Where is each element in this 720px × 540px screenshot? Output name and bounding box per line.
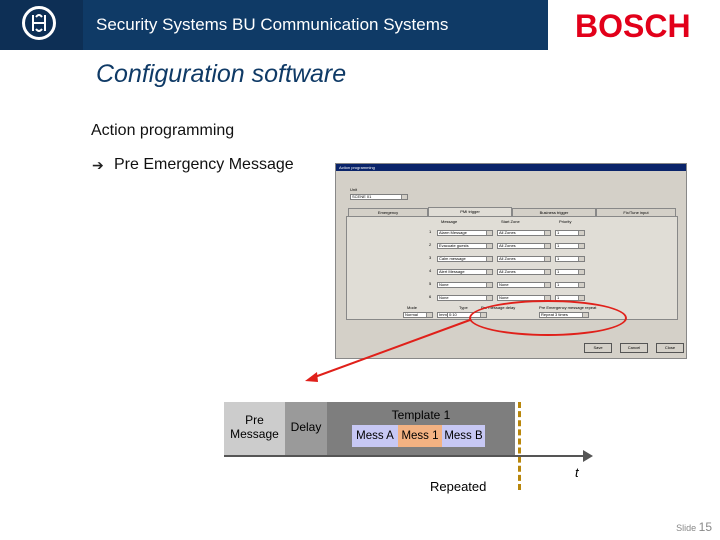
- slide-number: Slide 15: [676, 520, 712, 534]
- cancel-button[interactable]: Cancel: [620, 343, 648, 353]
- zone-select[interactable]: All Zones: [497, 256, 551, 262]
- message-select[interactable]: Alarm Message: [437, 230, 493, 236]
- pre-message-line1: Pre: [245, 413, 264, 427]
- time-axis-arrowhead: [583, 450, 593, 462]
- bosch-wordmark: BOSCH: [575, 8, 691, 44]
- tab-emergency[interactable]: Emergency: [348, 208, 428, 216]
- bullet-arrow-icon: ➔: [92, 157, 104, 173]
- message-1-block: Mess 1: [398, 425, 442, 447]
- message-a-label: Mess A: [356, 430, 394, 442]
- mode-label: Mode: [407, 305, 418, 310]
- header-bar: Security Systems BU Communication System…: [0, 0, 720, 50]
- message-select[interactable]: Alert Message: [437, 269, 493, 275]
- close-button[interactable]: Close: [656, 343, 684, 353]
- type-label: Type: [459, 305, 468, 310]
- time-axis: [224, 455, 585, 457]
- col-start-zone: Start Zone: [501, 219, 520, 224]
- pre-message-block: Pre Message: [224, 402, 285, 455]
- armature-icon: [32, 14, 46, 32]
- pre-message-line2: Message: [230, 427, 279, 441]
- zone-select[interactable]: All Zones: [497, 230, 551, 236]
- priority-select[interactable]: 1: [555, 243, 585, 249]
- priority-select[interactable]: 1: [555, 282, 585, 288]
- zone-select[interactable]: All Zones: [497, 243, 551, 249]
- priority-select[interactable]: 1: [555, 256, 585, 262]
- unit-label: Unit: [350, 187, 358, 192]
- repeat-boundary-line: [518, 402, 521, 490]
- repeated-label: Repeated: [430, 479, 487, 494]
- col-priority: Priority: [559, 219, 572, 224]
- message-select[interactable]: None: [437, 295, 493, 301]
- priority-select[interactable]: 1: [555, 269, 585, 275]
- message-a-block: Mess A: [352, 425, 398, 447]
- message-1-label: Mess 1: [401, 430, 439, 442]
- mode-select[interactable]: Normal: [403, 312, 433, 318]
- highlight-ellipse: [469, 300, 627, 336]
- dialog-title: Action programming: [336, 164, 686, 171]
- header-title: Security Systems BU Communication System…: [96, 15, 449, 34]
- message-b-label: Mess B: [444, 430, 483, 442]
- page-title: Configuration software: [96, 60, 347, 88]
- row-number: 5: [429, 281, 432, 286]
- message-select[interactable]: Evacuate guests: [437, 243, 493, 249]
- row-number: 6: [429, 294, 432, 299]
- row-number: 3: [429, 255, 432, 260]
- tab-business-trigger[interactable]: Business trigger: [512, 208, 596, 216]
- message-select[interactable]: None: [437, 282, 493, 288]
- logo-ring-icon: [22, 6, 56, 40]
- zone-select[interactable]: None: [497, 282, 551, 288]
- delay-block: Delay: [285, 402, 327, 455]
- priority-select[interactable]: 1: [555, 230, 585, 236]
- unit-select[interactable]: SCENE 01: [350, 194, 408, 200]
- time-label: t: [575, 465, 579, 480]
- message-b-block: Mess B: [442, 425, 485, 447]
- tab-pmi-trigger[interactable]: PMI trigger: [428, 207, 512, 216]
- row-number: 1: [429, 229, 432, 234]
- col-message: Message: [441, 219, 458, 224]
- template-block: Template 1 Mess A Mess 1 Mess B: [327, 402, 515, 455]
- section-heading: Action programming: [91, 122, 235, 139]
- slide-label: Slide: [676, 523, 697, 533]
- zone-select[interactable]: All Zones: [497, 269, 551, 275]
- row-number: 4: [429, 268, 432, 273]
- template-label: Template 1: [391, 408, 451, 422]
- bosch-armature-logo: [0, 0, 83, 50]
- save-button[interactable]: Save: [584, 343, 612, 353]
- row-number: 2: [429, 242, 432, 247]
- message-select[interactable]: Calm message: [437, 256, 493, 262]
- bullet-text: Pre Emergency Message: [114, 156, 294, 173]
- slide-number-value: 15: [698, 520, 712, 534]
- tab-fix-tune-input[interactable]: Fix/Tune input: [596, 208, 676, 216]
